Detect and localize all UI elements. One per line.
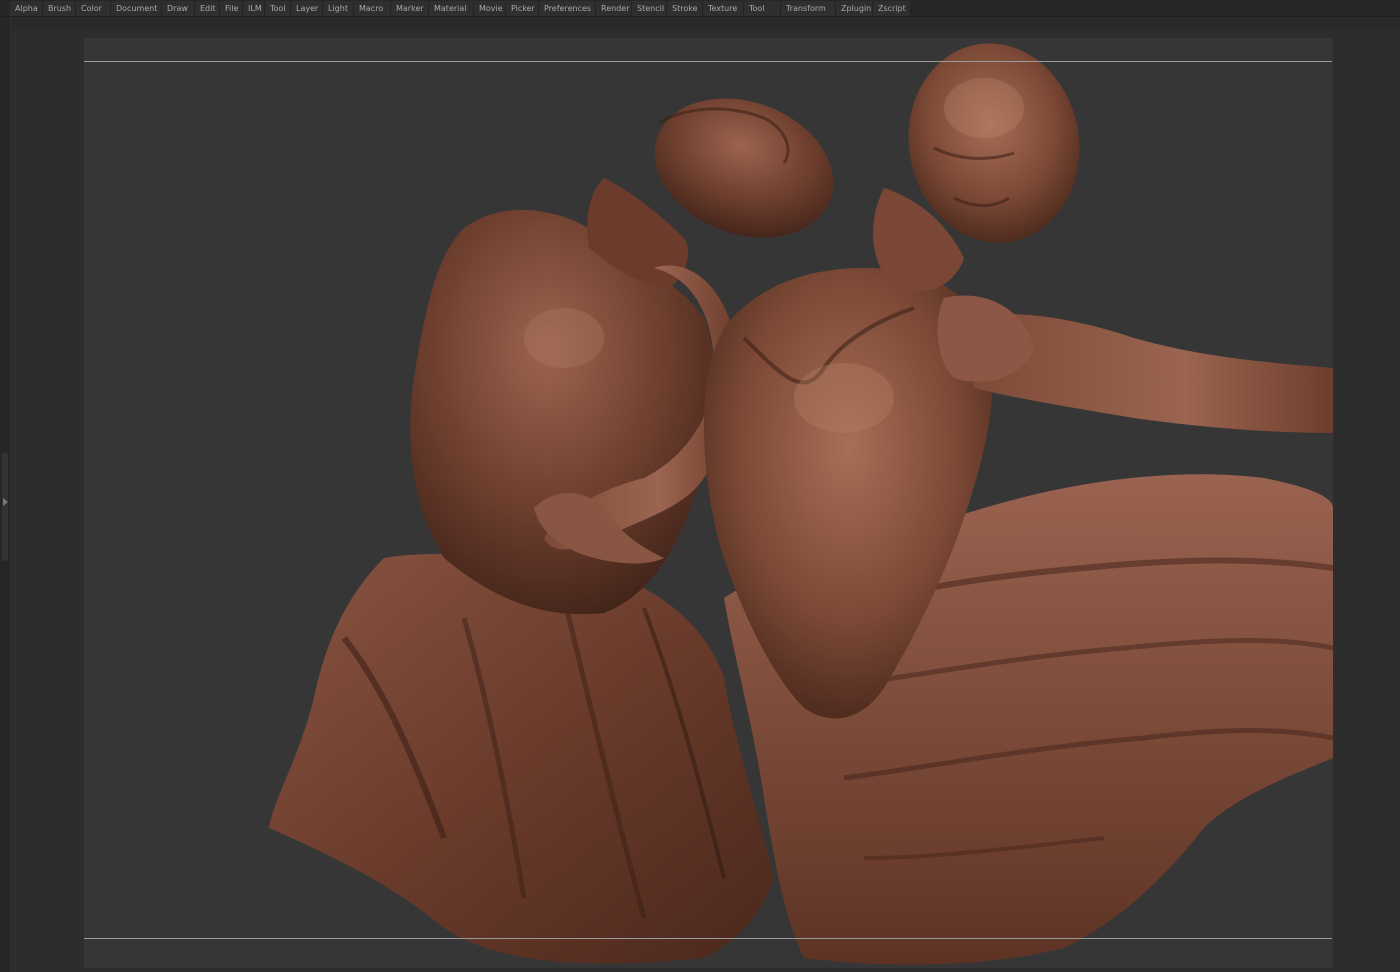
- menu-tool[interactable]: Tool: [744, 0, 781, 16]
- menu-color[interactable]: Color: [76, 0, 111, 16]
- menu-material[interactable]: Material: [429, 0, 474, 16]
- menu-preferences[interactable]: Preferences: [539, 0, 596, 16]
- menu-brush[interactable]: Brush: [43, 0, 76, 16]
- menu-alpha[interactable]: Alpha: [10, 0, 43, 16]
- menu-movie[interactable]: Movie: [474, 0, 506, 16]
- right-head-highlight: [944, 78, 1024, 138]
- left-tray[interactable]: [0, 17, 11, 972]
- menu-bar: Alpha Brush Color Document Draw Edit Fil…: [0, 0, 1400, 17]
- menu-transform[interactable]: Transform: [781, 0, 836, 16]
- menu-stencil[interactable]: Stencil: [632, 0, 667, 16]
- tray-handle[interactable]: [2, 453, 8, 561]
- left-chest-highlight: [524, 308, 604, 368]
- menu-ilm[interactable]: ILM: [243, 0, 265, 16]
- menu-layer[interactable]: Layer: [291, 0, 323, 16]
- document-guide-bottom: [84, 938, 1332, 939]
- menu-edit[interactable]: Edit: [195, 0, 220, 16]
- menu-document[interactable]: Document: [111, 0, 162, 16]
- menu-file[interactable]: File: [220, 0, 243, 16]
- menu-zscript[interactable]: Zscript: [873, 0, 911, 16]
- zbrush-window: Alpha Brush Color Document Draw Edit Fil…: [0, 0, 1400, 972]
- menu-light[interactable]: Light: [323, 0, 354, 16]
- left-figure-skirt: [269, 553, 774, 964]
- menu-draw[interactable]: Draw: [162, 0, 195, 16]
- triangle-arrow-icon[interactable]: [3, 498, 8, 506]
- menu-picker[interactable]: Picker: [506, 0, 539, 16]
- menu-macro[interactable]: Macro: [354, 0, 391, 16]
- menu-zplugin[interactable]: Zplugin: [836, 0, 873, 16]
- menu-stroke[interactable]: Stroke: [667, 0, 703, 16]
- menu-texture[interactable]: Texture: [703, 0, 744, 16]
- menu-render[interactable]: Render: [596, 0, 632, 16]
- canvas-right-margin: [1333, 30, 1400, 972]
- right-chest-highlight: [794, 363, 894, 433]
- menu-tool-ilm[interactable]: Tool: [265, 0, 291, 16]
- menu-marker[interactable]: Marker: [391, 0, 429, 16]
- sculpture-viewport[interactable]: [84, 38, 1333, 968]
- document-guide-top: [84, 61, 1332, 62]
